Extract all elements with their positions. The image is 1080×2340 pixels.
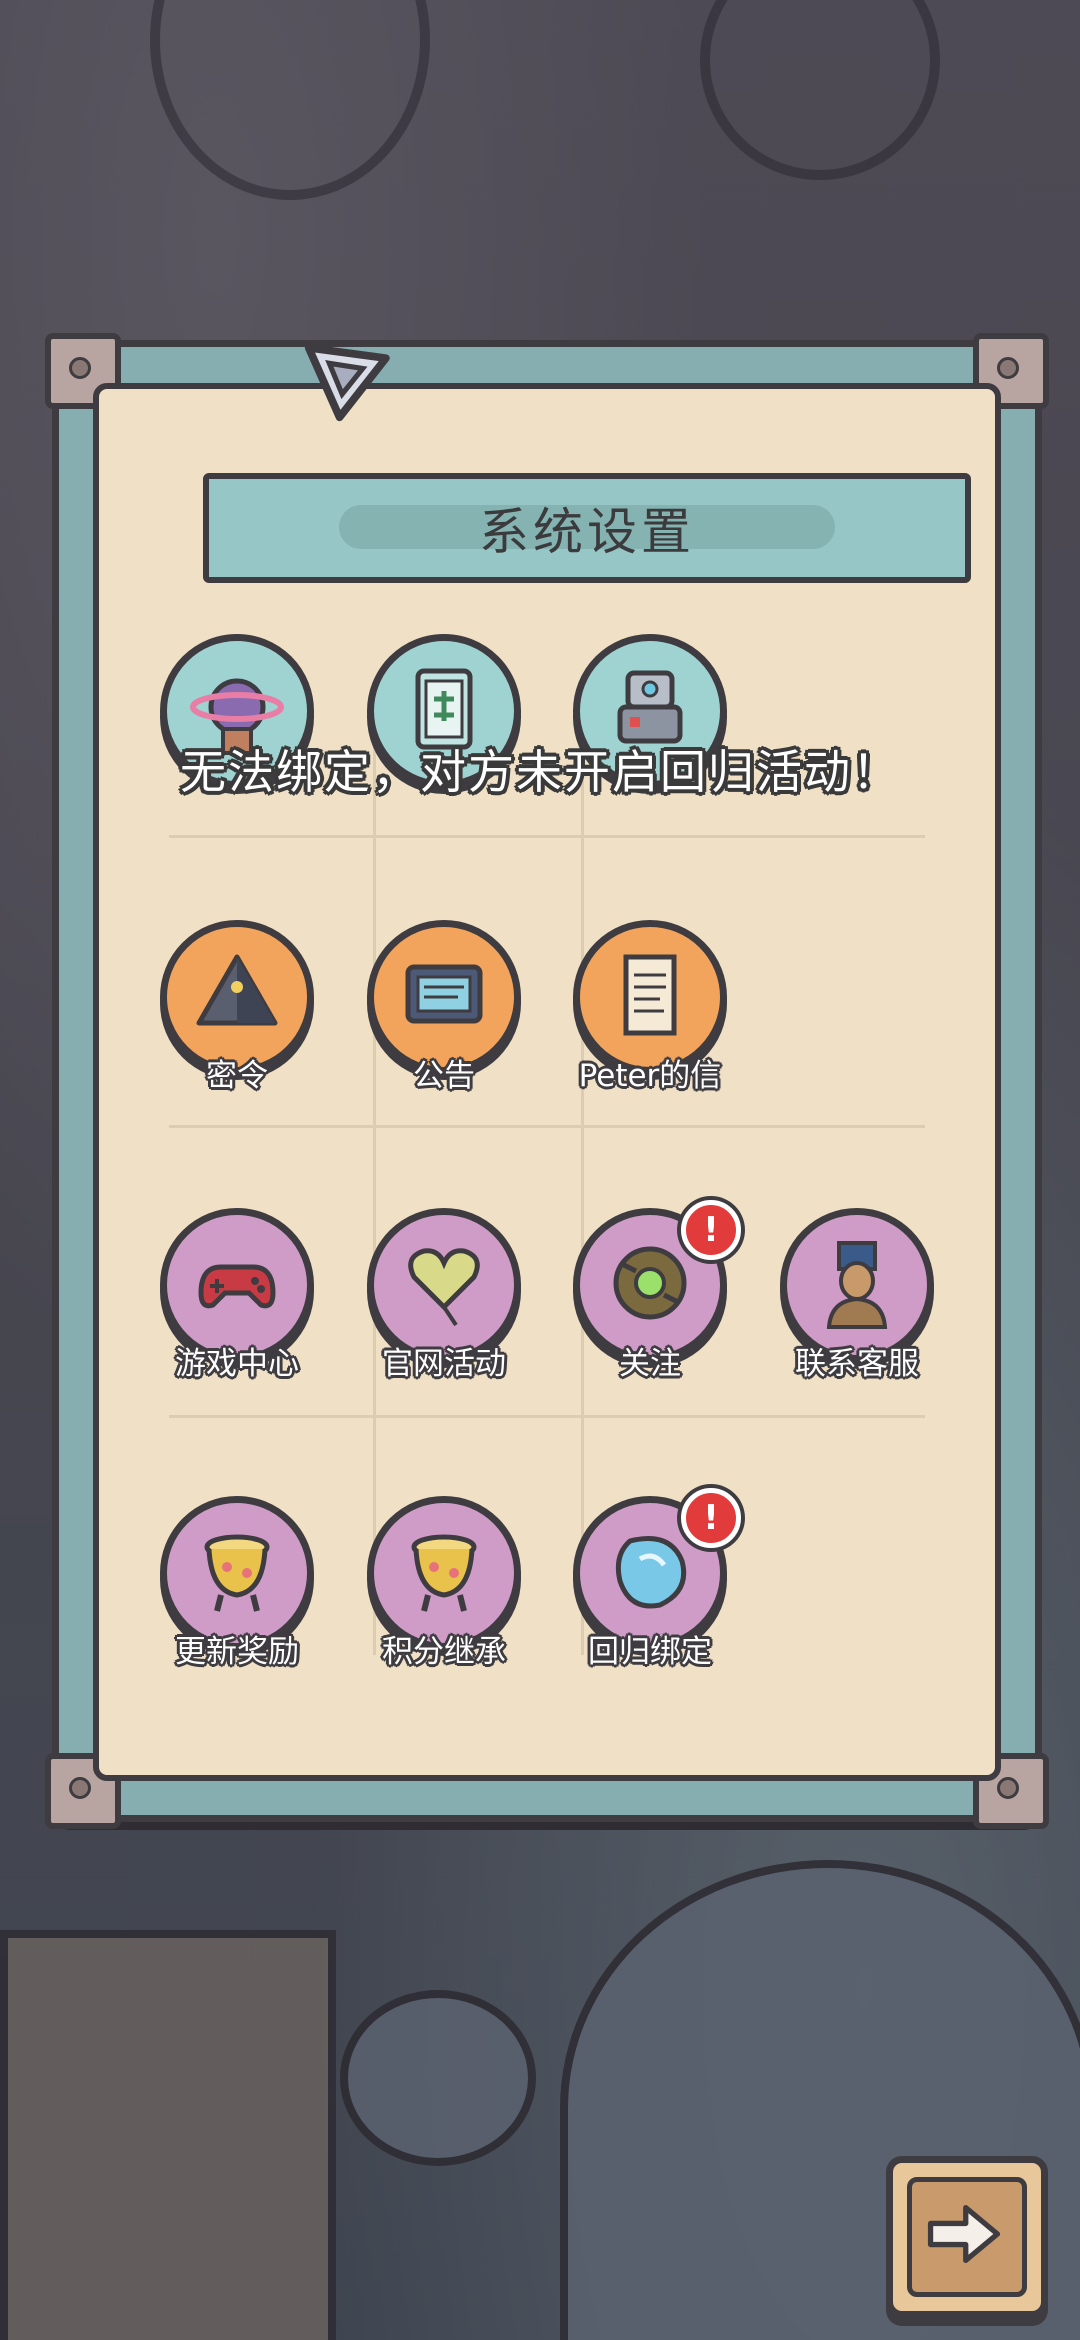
golden-pot-icon	[394, 1521, 494, 1625]
title-bar: 系统设置	[203, 473, 971, 583]
customer-service-button[interactable]: 联系客服	[780, 1208, 940, 1382]
points-inherit-label: 积分继承	[382, 1634, 506, 1670]
next-button-face	[907, 2177, 1027, 2297]
notification-badge: !	[681, 1200, 741, 1260]
update-reward-button[interactable]: 更新奖励	[160, 1496, 320, 1670]
game-center-button[interactable]: 游戏中心	[160, 1208, 320, 1382]
update-reward-label: 更新奖励	[175, 1634, 299, 1670]
letter-scroll-icon	[600, 945, 700, 1049]
crystal-icon	[600, 1521, 700, 1625]
background-bucket	[340, 1990, 536, 2166]
notice-button[interactable]: 公告	[367, 920, 527, 1094]
notice-board-icon	[394, 945, 494, 1049]
notice-label: 公告	[413, 1058, 475, 1094]
code-button[interactable]: 密令	[160, 920, 320, 1094]
official-event-button[interactable]: 官网活动	[367, 1208, 527, 1382]
letter-label: Peter的信	[578, 1058, 722, 1094]
background-crate	[0, 1930, 336, 2340]
heart-balloon-icon	[394, 1233, 494, 1337]
letter-button[interactable]: Peter的信	[573, 920, 733, 1094]
background-pipe	[700, 0, 940, 180]
follow-label: 关注	[619, 1346, 681, 1382]
golden-pot-icon	[187, 1521, 287, 1625]
grid-divider	[169, 1415, 925, 1418]
dialog-title: 系统设置	[479, 503, 695, 561]
return-bind-label: 回归绑定	[588, 1634, 712, 1670]
background-pipe	[150, 0, 430, 200]
grid-divider	[169, 1125, 925, 1128]
customer-service-label: 联系客服	[795, 1346, 919, 1382]
arrow-right-icon	[927, 2204, 1001, 2264]
gamepad-icon	[187, 1233, 287, 1337]
compass-device-icon	[600, 1233, 700, 1337]
follow-button[interactable]: 关注!	[573, 1200, 741, 1382]
return-bind-button[interactable]: 回归绑定!	[573, 1488, 741, 1670]
game-center-label: 游戏中心	[175, 1346, 299, 1382]
grid-divider	[169, 835, 925, 838]
notification-badge: !	[681, 1488, 741, 1548]
pyramid-icon	[187, 945, 287, 1049]
toast-message: 无法绑定，对方未开启回归活动！	[180, 745, 900, 799]
triangle-logo-icon	[304, 344, 390, 422]
code-label: 密令	[206, 1058, 268, 1094]
next-button[interactable]	[886, 2156, 1048, 2318]
pharaoh-bust-icon	[807, 1233, 907, 1337]
points-inherit-button[interactable]: 积分继承	[367, 1496, 527, 1670]
official-event-label: 官网活动	[382, 1346, 506, 1382]
